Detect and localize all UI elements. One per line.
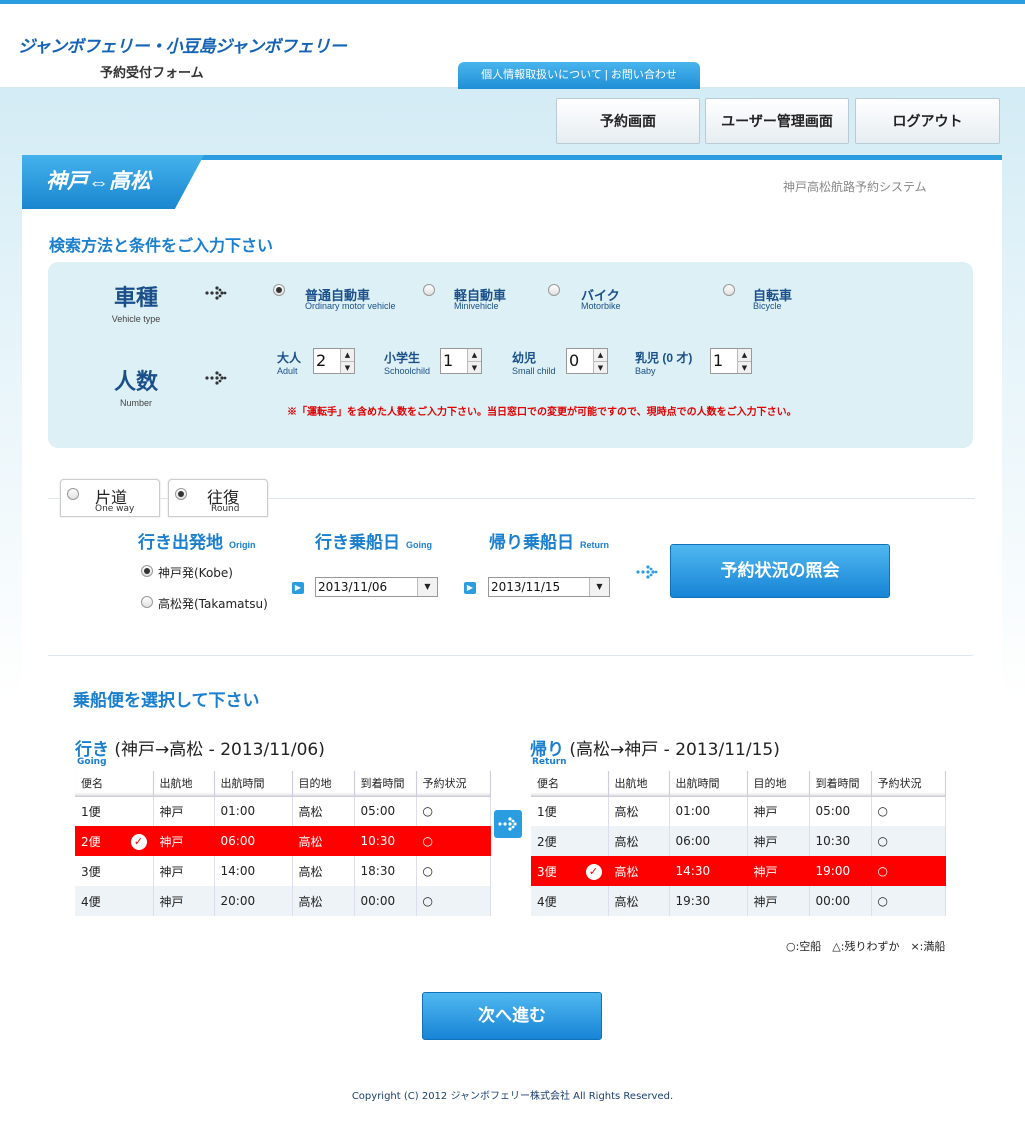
next-button[interactable]: 次へ進む	[422, 992, 602, 1040]
divider	[48, 655, 973, 656]
inquiry-button[interactable]: 予約状況の照会	[670, 544, 890, 598]
logout-button[interactable]: ログアウト	[855, 98, 1000, 144]
return-title-en: Return	[532, 757, 567, 767]
return-date-select[interactable]: 2013/11/15 ▼	[488, 577, 610, 597]
user-admin-button[interactable]: ユーザー管理画面	[705, 98, 849, 144]
chevron-down-icon[interactable]: ▼	[589, 578, 609, 596]
vehicle-ordinary-radio[interactable]	[273, 284, 285, 296]
arrow-right-icon: ▶	[292, 582, 304, 594]
schoolchild-label-en: Schoolchild	[384, 366, 431, 376]
origin-kobe-label: 神戸発(Kobe)	[158, 566, 233, 580]
origin-takamatsu-radio[interactable]	[141, 596, 153, 608]
vehicle-ordinary-en: Ordinary motor vehicle	[305, 301, 396, 311]
adult-stepper[interactable]: 2 ▲ ▼	[313, 348, 355, 374]
table-row-selected[interactable]: 2便 ✓ 神戸 06:00 高松 10:30 ○	[75, 826, 491, 856]
going-date-select[interactable]: 2013/11/06 ▼	[315, 577, 438, 597]
return-schedule-table: 便名 出航地 出航時間 目的地 到着時間 予約状況 1便 高松 01:00 神戸 05:…	[531, 771, 946, 916]
chevron-down-icon[interactable]: ▼	[417, 578, 437, 596]
schoolchild-label: 小学生	[384, 351, 421, 365]
baby-stepper[interactable]: 1 ▲ ▼	[710, 348, 752, 374]
return-title: 帰り (高松→神戸 - 2013/11/15)	[530, 740, 780, 760]
checkmark-icon: ✓	[130, 833, 147, 850]
going-schedule-table: 便名 出航地 出航時間 目的地 到着時間 予約状況 1便 神戸 01:00 高松 05:…	[75, 771, 491, 916]
table-row[interactable]: 4便 神戸 20:00 高松 00:00 ○	[75, 886, 491, 916]
one-way-radio[interactable]	[67, 488, 79, 500]
arrow-dots-icon	[205, 371, 227, 385]
small-child-label: 幼児	[512, 351, 537, 365]
going-date-title: 行き乗船日 Going	[315, 533, 432, 552]
privacy-link[interactable]: 個人情報取扱いについて	[481, 69, 602, 81]
chevron-down-icon[interactable]: ▼	[594, 361, 607, 373]
checkmark-icon: ✓	[585, 863, 602, 880]
form-subtitle: 予約受付フォーム	[100, 65, 204, 80]
small-child-label-en: Small child	[512, 366, 556, 376]
round-trip-radio[interactable]	[175, 488, 187, 500]
table-row[interactable]: 3便 神戸 14:00 高松 18:30 ○	[75, 856, 491, 886]
table-header-row: 便名 出航地 出航時間 目的地 到着時間 予約状況	[75, 771, 491, 797]
table-row-selected[interactable]: 3便 ✓ 高松 14:30 神戸 19:00 ○	[531, 856, 946, 886]
privacy-contact-tab: 個人情報取扱いについて | お問い合わせ	[458, 62, 700, 89]
table-row[interactable]: 2便 高松 06:00 神戸 10:30 ○	[531, 826, 946, 856]
chevron-up-icon[interactable]: ▲	[468, 349, 481, 361]
table-header-row: 便名 出航地 出航時間 目的地 到着時間 予約状況	[531, 771, 946, 797]
link-separator: |	[604, 69, 608, 81]
vehicle-mini-radio[interactable]	[423, 284, 435, 296]
chevron-up-icon[interactable]: ▲	[341, 349, 354, 361]
reserve-screen-button[interactable]: 予約画面	[556, 98, 700, 144]
chevron-down-icon[interactable]: ▼	[468, 361, 481, 373]
going-title-en: Going	[77, 757, 107, 767]
system-name: 神戸高松航路予約システム	[783, 180, 927, 194]
vehicle-motorbike-radio[interactable]	[548, 284, 560, 296]
arrow-dots-icon	[494, 810, 522, 838]
chevron-down-icon[interactable]: ▼	[341, 361, 354, 373]
arrow-dots-icon	[205, 286, 227, 300]
vehicle-bicycle-en: Bicycle	[753, 301, 782, 311]
table-row[interactable]: 4便 高松 19:30 神戸 00:00 ○	[531, 886, 946, 916]
tab-round-trip[interactable]: 往復 Round	[168, 479, 268, 517]
origin-kobe-radio[interactable]	[141, 565, 153, 577]
vehicle-motorbike-en: Motorbike	[581, 301, 621, 311]
small-child-stepper[interactable]: 0 ▲ ▼	[566, 348, 608, 374]
passenger-notice: ※「運転手」を含めた人数をご入力下さい。当日窓口での変更が可能ですので、現時点で…	[287, 407, 797, 418]
baby-label-en: Baby	[635, 366, 656, 376]
table-row[interactable]: 1便 神戸 01:00 高松 05:00 ○	[75, 796, 491, 826]
vehicle-mini-en: Minivehicle	[454, 301, 499, 311]
search-section-title: 検索方法と条件をご入力下さい	[49, 238, 274, 255]
adult-label: 大人	[277, 351, 302, 365]
route-title: 神戸⇔高松	[22, 155, 204, 209]
baby-label: 乳児 (0 才)	[635, 351, 693, 365]
conditions-box	[48, 262, 973, 448]
chevron-up-icon[interactable]: ▲	[594, 349, 607, 361]
tab-one-way[interactable]: 片道 One way	[60, 479, 160, 517]
arrow-right-icon: ▶	[464, 582, 476, 594]
vehicle-type-label: 車種 Vehicle type	[111, 285, 161, 324]
vehicle-bicycle-radio[interactable]	[723, 284, 735, 296]
copyright: Copyright (C) 2012 ジャンボフェリー株式会社 All Righ…	[351, 1091, 674, 1102]
contact-link[interactable]: お問い合わせ	[611, 69, 677, 81]
going-title: 行き (神戸→高松 - 2013/11/06)	[75, 740, 325, 760]
return-date-title: 帰り乗船日 Return	[489, 533, 609, 552]
schedule-section-title: 乗船便を選択して下さい	[73, 691, 260, 710]
adult-label-en: Adult	[277, 366, 298, 376]
site-logo: ジャンボフェリー・小豆島ジャンボフェリー	[18, 37, 347, 56]
chevron-up-icon[interactable]: ▲	[738, 349, 751, 361]
passenger-count-label: 人数 Number	[113, 369, 158, 408]
origin-takamatsu-label: 高松発(Takamatsu)	[158, 597, 268, 611]
table-row[interactable]: 1便 高松 01:00 神戸 05:00 ○	[531, 796, 946, 826]
arrow-dots-icon	[636, 565, 658, 579]
chevron-down-icon[interactable]: ▼	[738, 361, 751, 373]
schoolchild-stepper[interactable]: 1 ▲ ▼	[440, 348, 482, 374]
availability-legend: ○:空船 △:残りわずか ×:満船	[786, 940, 946, 953]
origin-title: 行き出発地 Origin	[138, 533, 256, 552]
